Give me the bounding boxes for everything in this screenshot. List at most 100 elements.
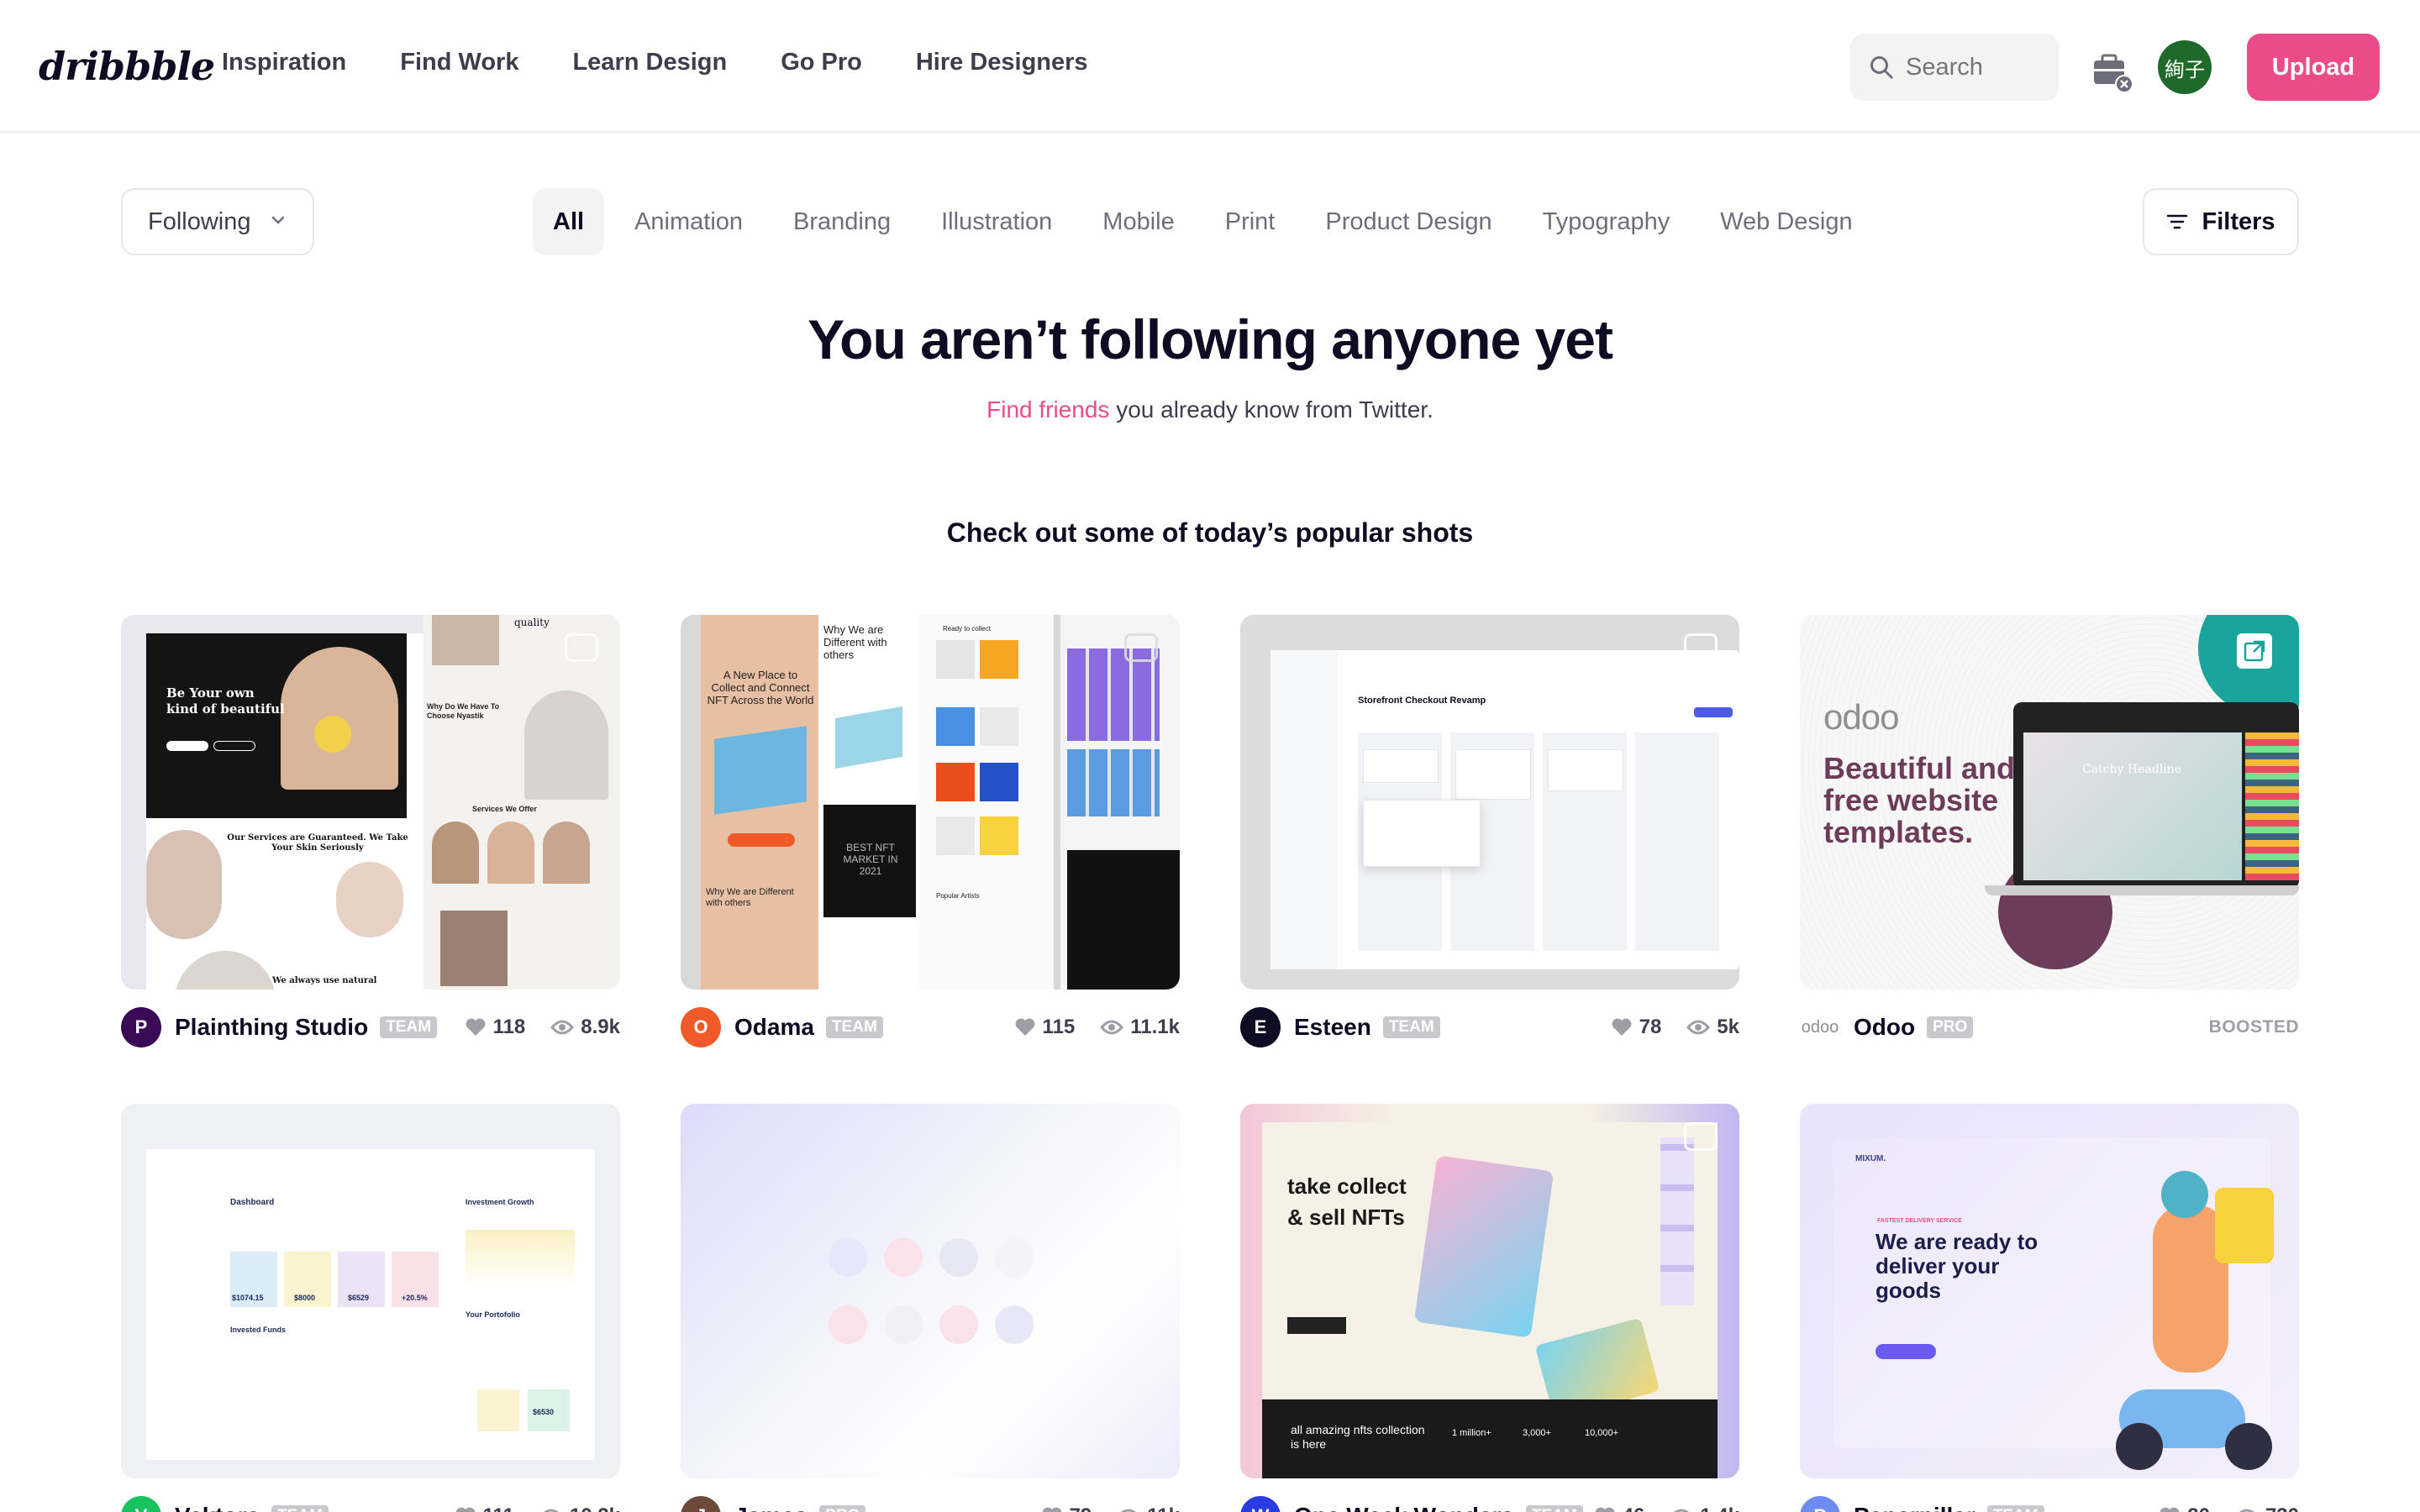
save-icon[interactable] [1124, 633, 1158, 662]
heart-icon[interactable] [1611, 1017, 1633, 1037]
like-count: 78 [1639, 1016, 1662, 1038]
heart-icon[interactable] [1594, 1506, 1616, 1512]
author-name[interactable]: One Week Wonders [1294, 1503, 1514, 1512]
tab-mobile[interactable]: Mobile [1077, 188, 1199, 255]
tab-typography[interactable]: Typography [1518, 188, 1696, 255]
tab-branding[interactable]: Branding [768, 188, 916, 255]
search-box[interactable] [1850, 34, 2059, 101]
tab-animation[interactable]: Animation [609, 188, 768, 255]
shot-thumbnail[interactable] [681, 1104, 1180, 1478]
author-avatar[interactable]: O [681, 1007, 721, 1047]
shot-card[interactable]: Dashboard Investment Growth $1074.15 $80… [121, 1104, 620, 1512]
tab-print[interactable]: Print [1200, 188, 1301, 255]
shot-thumbnail[interactable]: odoo Beautiful and free website template… [1800, 615, 2299, 990]
filters-button[interactable]: Filters [2143, 188, 2299, 255]
shot-text: Why We are Different with others [823, 623, 887, 661]
shot-stats: 78 5k [1611, 1016, 1739, 1039]
author-name[interactable]: Paperpillar [1854, 1503, 1975, 1512]
eye-icon [2239, 1509, 2254, 1512]
shot-thumbnail[interactable]: Storefront Checkout Revamp [1240, 615, 1739, 990]
shot-thumbnail[interactable]: Dashboard Investment Growth $1074.15 $80… [121, 1104, 620, 1478]
author-avatar[interactable]: E [1240, 1007, 1281, 1047]
shot-thumbnail[interactable]: take collect & sell NFTs all amazing nft… [1240, 1104, 1739, 1478]
author-avatar[interactable]: P [1800, 1496, 1840, 1512]
shot-card[interactable]: Be Your own kind of beautiful quality Wh… [121, 615, 620, 1047]
author-name[interactable]: Esteen [1294, 1014, 1371, 1041]
avatar-letter: J [696, 1505, 706, 1512]
shot-text: A New Place to Collect and Connect NFT A… [707, 669, 814, 706]
shot-text: take collect & sell NFTs [1287, 1173, 1407, 1230]
shot-text: +20.5% [402, 1294, 428, 1302]
view-count: 730 [2265, 1504, 2299, 1512]
following-label: Following [148, 207, 251, 235]
shot-text: Dashboard [230, 1198, 275, 1207]
author-avatar[interactable]: P [121, 1007, 161, 1047]
avatar-letter: O [693, 1016, 708, 1037]
save-icon[interactable] [1684, 633, 1718, 662]
author-avatar[interactable]: odoo [1800, 1018, 1840, 1037]
shot-meta: P Plainthing Studio TEAM 118 8.9k [121, 1006, 620, 1048]
briefcase-icon[interactable] [2089, 49, 2136, 96]
shot-stats: 20 730 [2159, 1504, 2299, 1512]
heart-icon[interactable] [465, 1017, 487, 1037]
tab-web-design[interactable]: Web Design [1695, 188, 1877, 255]
shot-card[interactable]: J James PRO 79 11k [681, 1104, 1180, 1512]
eye-icon [544, 1509, 559, 1512]
shot-text: We always use natural [272, 976, 377, 985]
shot-thumbnail[interactable]: A New Place to Collect and Connect NFT A… [681, 615, 1180, 990]
avatar-letter: V [135, 1505, 148, 1512]
nav-find-work[interactable]: Find Work [400, 49, 518, 76]
heart-icon[interactable] [1014, 1017, 1036, 1037]
view-count: 1.4k [1700, 1504, 1739, 1512]
author-name[interactable]: Plainthing Studio [175, 1014, 368, 1041]
view-count: 8.9k [581, 1016, 620, 1038]
view-count: 5k [1717, 1016, 1739, 1038]
save-icon[interactable] [1684, 1122, 1718, 1151]
shot-card[interactable]: odoo Beautiful and free website template… [1800, 615, 2299, 1040]
nav-hire-designers[interactable]: Hire Designers [916, 49, 1088, 76]
shot-text: Your Portofolio [466, 1310, 520, 1319]
tab-product-design[interactable]: Product Design [1300, 188, 1517, 255]
author-name[interactable]: Odama [734, 1014, 814, 1041]
tab-all[interactable]: All [533, 188, 605, 255]
author-name[interactable]: Vektora [175, 1503, 260, 1512]
team-badge: TEAM [825, 1016, 883, 1038]
nav-go-pro[interactable]: Go Pro [781, 49, 862, 76]
site-header: dribbble Inspiration Find Work Learn Des… [0, 0, 2420, 133]
tab-illustration[interactable]: Illustration [916, 188, 1077, 255]
shot-card[interactable]: MIXUM. FASTEST DELIVERY SERVICE We are r… [1800, 1104, 2299, 1512]
shot-card[interactable]: take collect & sell NFTs all amazing nft… [1240, 1104, 1739, 1512]
shot-thumbnail[interactable]: Be Your own kind of beautiful quality Wh… [121, 615, 620, 990]
save-icon[interactable] [565, 633, 598, 662]
upload-button[interactable]: Upload [2247, 34, 2380, 101]
heart-icon[interactable] [455, 1506, 476, 1512]
dribbble-logo[interactable]: dribbble [39, 44, 215, 89]
find-friends-link[interactable]: Find friends [986, 396, 1109, 423]
user-avatar[interactable]: 絢子 [2158, 40, 2212, 94]
eye-icon [1100, 1020, 1124, 1035]
heart-icon[interactable] [1041, 1506, 1063, 1512]
shot-meta: E Esteen TEAM 78 5k [1240, 1006, 1739, 1048]
nav-learn-design[interactable]: Learn Design [572, 49, 727, 76]
following-dropdown[interactable]: Following [121, 188, 314, 255]
author-name[interactable]: Odoo [1854, 1014, 1915, 1041]
shot-card[interactable]: A New Place to Collect and Connect NFT A… [681, 615, 1180, 1047]
shot-text: MIXUM. [1855, 1154, 1886, 1163]
search-input[interactable] [1906, 53, 2049, 81]
author-avatar[interactable]: J [681, 1496, 721, 1512]
heart-icon[interactable] [2159, 1506, 2181, 1512]
author-avatar[interactable]: V [121, 1496, 161, 1512]
external-link-icon[interactable] [2235, 632, 2274, 670]
author-avatar[interactable]: W [1240, 1496, 1281, 1512]
shot-thumbnail[interactable]: MIXUM. FASTEST DELIVERY SERVICE We are r… [1800, 1104, 2299, 1478]
view-count: 10.2k [570, 1504, 620, 1512]
like-count: 46 [1623, 1504, 1645, 1512]
eye-icon [1686, 1020, 1711, 1035]
like-count: 20 [2187, 1504, 2210, 1512]
shot-meta: odoo Odoo PRO BOOSTED [1800, 1006, 2299, 1048]
shot-text: Storefront Checkout Revamp [1358, 696, 1486, 706]
author-name[interactable]: James [734, 1503, 808, 1512]
nav-inspiration[interactable]: Inspiration [222, 49, 346, 76]
shot-card[interactable]: Storefront Checkout Revamp E Esteen TEAM… [1240, 615, 1739, 1047]
shot-stats: 46 1.4k [1594, 1504, 1739, 1512]
